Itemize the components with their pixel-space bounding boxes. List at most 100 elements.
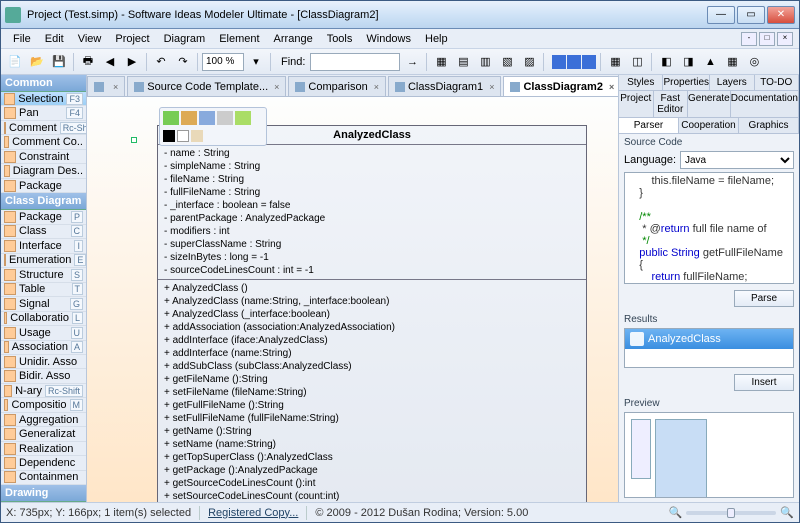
panel-tab[interactable]: Properties — [663, 75, 710, 90]
nav-back-icon[interactable]: ◀ — [100, 52, 120, 72]
toolbox-item[interactable]: Comment Co.. — [1, 135, 86, 149]
tab-close-icon[interactable]: × — [374, 82, 379, 92]
result-item[interactable]: AnalyzedClass — [625, 329, 793, 349]
new-icon[interactable]: 📄 — [5, 52, 25, 72]
zoom-out-icon[interactable]: 🔍 — [669, 506, 683, 519]
toolbox-item[interactable]: TableT — [1, 283, 86, 297]
tab-close-icon[interactable]: × — [274, 82, 279, 92]
maximize-button[interactable]: ▭ — [737, 6, 765, 24]
insert-button[interactable]: Insert — [734, 374, 794, 391]
panel-tab[interactable]: TO-DO — [755, 75, 799, 90]
toolbox-item[interactable]: Generalizat — [1, 427, 86, 441]
operation-row[interactable]: + getTopSuperClass ():AnalyzedClass — [164, 451, 580, 464]
toolbox-item[interactable]: CompositioM — [1, 398, 86, 412]
save-icon[interactable]: 💾 — [49, 52, 69, 72]
selection-handle[interactable] — [131, 137, 137, 143]
document-tab[interactable]: × — [87, 76, 125, 96]
tool-c-icon[interactable]: ▥ — [475, 52, 495, 72]
misc2-icon[interactable]: ◨ — [678, 52, 698, 72]
canvas[interactable]: AnalyzedClass - name : String- simpleNam… — [87, 97, 618, 502]
print-icon[interactable]: 🖶 — [78, 52, 98, 72]
toolbox-item[interactable]: Dependenc — [1, 456, 86, 470]
tool-a-icon[interactable]: ▦ — [431, 52, 451, 72]
code-preview[interactable]: this.fileName = fileName; } /** * @retur… — [624, 172, 794, 284]
find-go-icon[interactable]: → — [402, 52, 422, 72]
operation-row[interactable]: + AnalyzedClass () — [164, 282, 580, 295]
menu-file[interactable]: File — [7, 31, 37, 47]
toolbox-item[interactable]: Unidir. Asso — [1, 355, 86, 369]
operation-row[interactable]: + setName (name:String) — [164, 438, 580, 451]
toolbox-item[interactable]: PackageP — [1, 210, 86, 224]
color-black[interactable] — [163, 130, 175, 142]
toolbox-item[interactable]: Realization — [1, 442, 86, 456]
toolbox-group-header[interactable]: Class Diagram — [1, 193, 86, 210]
panel-tab[interactable]: Fast Editor — [654, 91, 689, 117]
menu-project[interactable]: Project — [109, 31, 155, 47]
grid-icon[interactable]: ▦ — [605, 52, 625, 72]
mdi-min[interactable]: - — [741, 32, 757, 46]
close-button[interactable]: ✕ — [767, 6, 795, 24]
zoom-input[interactable] — [202, 53, 244, 71]
toolbox-item[interactable]: Containmen — [1, 471, 86, 485]
tool-e-icon[interactable]: ▨ — [519, 52, 539, 72]
fb-link-icon[interactable] — [235, 111, 251, 125]
color-white[interactable] — [177, 130, 189, 142]
minimize-button[interactable]: — — [707, 6, 735, 24]
toolbox-item[interactable]: EnumerationE — [1, 254, 86, 268]
class-element[interactable]: AnalyzedClass - name : String- simpleNam… — [157, 125, 587, 502]
fb-edit-icon[interactable] — [181, 111, 197, 125]
toolbox-item[interactable]: Bidir. Asso — [1, 369, 86, 383]
parse-button[interactable]: Parse — [734, 290, 794, 307]
zoom-dropdown-icon[interactable]: ▾ — [246, 52, 266, 72]
nav-fwd-icon[interactable]: ▶ — [122, 52, 142, 72]
tab-close-icon[interactable]: × — [609, 82, 614, 92]
toolbox-item[interactable]: Constraint — [1, 150, 86, 164]
redo-icon[interactable]: ↷ — [173, 52, 193, 72]
operation-row[interactable]: + getName ():String — [164, 425, 580, 438]
operation-row[interactable]: + setFullFileName (fullFileName:String) — [164, 412, 580, 425]
misc4-icon[interactable]: ▦ — [722, 52, 742, 72]
document-tab[interactable]: Comparison× — [288, 76, 386, 96]
operation-row[interactable]: + AnalyzedClass (name:String, _interface… — [164, 295, 580, 308]
attribute-row[interactable]: - fullFileName : String — [164, 186, 580, 199]
operation-row[interactable]: + AnalyzedClass (_interface:boolean) — [164, 308, 580, 321]
toolbox-item[interactable]: UsageU — [1, 326, 86, 340]
panel-tab[interactable]: Layers — [710, 75, 754, 90]
attribute-row[interactable]: - fileName : String — [164, 173, 580, 186]
operation-row[interactable]: + getFullFileName ():String — [164, 399, 580, 412]
attribute-row[interactable]: - superClassName : String — [164, 238, 580, 251]
menu-diagram[interactable]: Diagram — [158, 31, 212, 47]
toolbox-item[interactable]: N-aryRc-Shift — [1, 384, 86, 398]
toolbox-item[interactable]: Diagram Des.. — [1, 164, 86, 178]
mdi-close[interactable]: × — [777, 32, 793, 46]
operation-row[interactable]: + addSubClass (subClass:AnalyzedClass) — [164, 360, 580, 373]
menu-help[interactable]: Help — [419, 31, 454, 47]
tool-d-icon[interactable]: ▧ — [497, 52, 517, 72]
misc1-icon[interactable]: ◧ — [656, 52, 676, 72]
attribute-row[interactable]: - sourceCodeLinesCount : int = -1 — [164, 264, 580, 277]
panel-tab[interactable]: Generate — [688, 91, 731, 117]
operation-row[interactable]: + setFileName (fileName:String) — [164, 386, 580, 399]
registered-link[interactable]: Registered Copy... — [208, 507, 298, 519]
attribute-row[interactable]: - parentPackage : AnalyzedPackage — [164, 212, 580, 225]
toolbox-item[interactable]: StructureS — [1, 268, 86, 282]
undo-icon[interactable]: ↶ — [151, 52, 171, 72]
layout3-icon[interactable] — [582, 55, 596, 69]
toolbox-item[interactable]: ClassC — [1, 225, 86, 239]
menu-tools[interactable]: Tools — [321, 31, 359, 47]
fb-copy-icon[interactable] — [199, 111, 215, 125]
open-icon[interactable]: 📂 — [27, 52, 47, 72]
toolbox-item[interactable]: SignalG — [1, 297, 86, 311]
tab-close-icon[interactable]: × — [489, 82, 494, 92]
preview-box[interactable] — [624, 412, 794, 498]
fb-more-icon[interactable] — [217, 111, 233, 125]
attribute-row[interactable]: - modifiers : int — [164, 225, 580, 238]
layout2-icon[interactable] — [567, 55, 581, 69]
zoom-in-icon[interactable]: 🔍 — [780, 506, 794, 519]
menu-windows[interactable]: Windows — [360, 31, 417, 47]
menu-element[interactable]: Element — [213, 31, 265, 47]
toolbox-item[interactable]: InterfaceI — [1, 239, 86, 253]
document-tab[interactable]: Source Code Template...× — [127, 76, 286, 96]
toolbox-group-header[interactable]: Drawing — [1, 485, 86, 502]
toolbox-item[interactable]: Aggregation — [1, 413, 86, 427]
